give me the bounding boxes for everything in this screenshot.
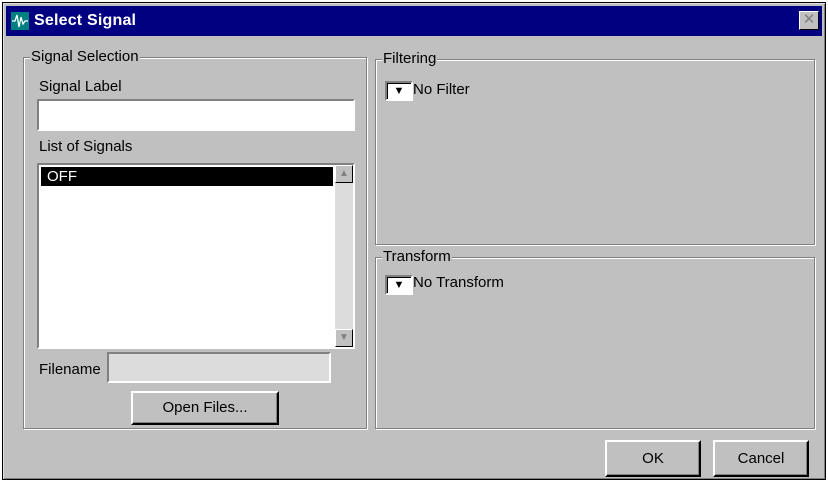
list-item-selected[interactable]: OFF [41,167,333,186]
waveform-icon [11,12,29,30]
transform-selected-value[interactable]: No Transform [413,274,504,292]
window-title: Select Signal [34,12,137,29]
filter-selected-value[interactable]: No Filter [413,81,470,99]
scroll-down-icon: ▼ [339,332,349,343]
filename-caption: Filename [39,361,101,378]
close-button[interactable]: ✕ [799,11,819,30]
ok-button[interactable]: OK [605,440,701,477]
filter-dropdown-button[interactable]: ▼ [385,81,413,101]
signal-label-input[interactable] [37,99,355,131]
scroll-down-button[interactable]: ▼ [335,329,353,347]
list-of-signals-caption: List of Signals [39,138,133,155]
scroll-up-button[interactable]: ▲ [335,165,353,183]
transform-group-label: Transform [382,248,452,266]
dropdown-arrow-icon: ▼ [393,85,405,97]
select-signal-dialog: Select Signal ✕ Signal Selection Signal … [2,2,826,480]
title-bar[interactable]: Select Signal ✕ [6,6,822,36]
scroll-up-icon: ▲ [339,168,349,179]
filename-field [107,352,331,383]
cancel-button[interactable]: Cancel [713,440,809,477]
signals-listbox[interactable]: OFF ▲ ▼ [37,163,355,349]
close-icon: ✕ [802,11,816,28]
dropdown-arrow-icon: ▼ [393,279,405,291]
filtering-group-label: Filtering [382,50,438,68]
signal-selection-group-label: Signal Selection [30,48,140,66]
transform-dropdown-button[interactable]: ▼ [385,275,413,295]
open-files-button[interactable]: Open Files... [131,391,279,425]
vertical-scrollbar[interactable]: ▲ ▼ [335,165,353,347]
signal-label-caption: Signal Label [39,78,122,95]
